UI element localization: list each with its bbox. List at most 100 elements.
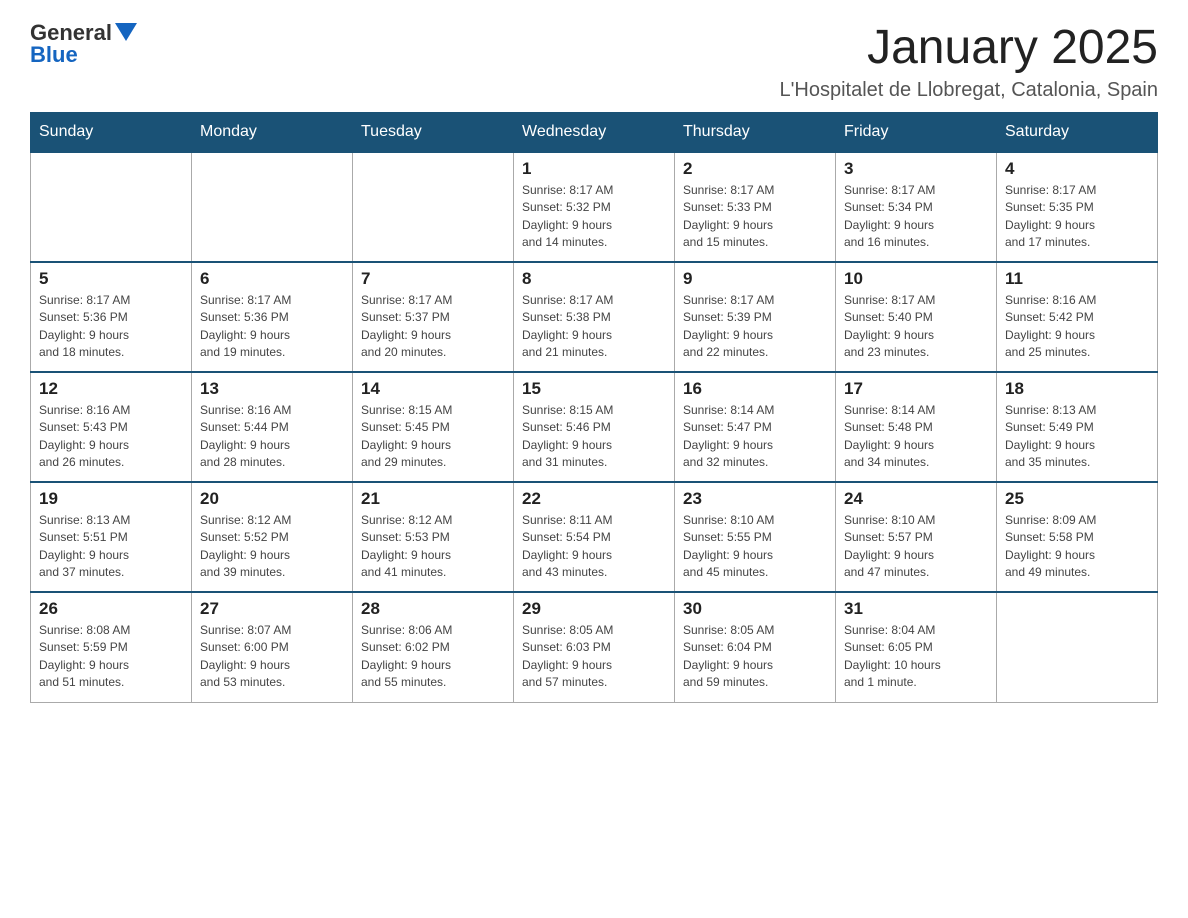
day-number: 30 <box>683 599 827 619</box>
calendar-header-saturday: Saturday <box>997 113 1158 153</box>
day-info: Sunrise: 8:06 AM Sunset: 6:02 PM Dayligh… <box>361 622 505 692</box>
day-info: Sunrise: 8:15 AM Sunset: 5:46 PM Dayligh… <box>522 402 666 472</box>
calendar-cell: 15 Sunrise: 8:15 AM Sunset: 5:46 PM Dayli… <box>514 372 675 482</box>
day-number: 29 <box>522 599 666 619</box>
day-info: Sunrise: 8:10 AM Sunset: 5:55 PM Dayligh… <box>683 512 827 582</box>
day-info: Sunrise: 8:16 AM Sunset: 5:44 PM Dayligh… <box>200 402 344 472</box>
day-info: Sunrise: 8:17 AM Sunset: 5:32 PM Dayligh… <box>522 182 666 252</box>
calendar-cell: 3Sunrise: 8:17 AM Sunset: 5:34 PM Daylig… <box>836 152 997 262</box>
calendar-cell: 21 Sunrise: 8:12 AM Sunset: 5:53 PM Dayli… <box>353 482 514 592</box>
calendar-cell: 5 Sunrise: 8:17 AM Sunset: 5:36 PM Daylig… <box>31 262 192 372</box>
calendar-cell: 30 Sunrise: 8:05 AM Sunset: 6:04 PM Dayli… <box>675 592 836 702</box>
day-number: 4 <box>1005 159 1149 179</box>
day-info: Sunrise: 8:17 AM Sunset: 5:37 PM Dayligh… <box>361 292 505 362</box>
day-number: 19 <box>39 489 183 509</box>
calendar-cell <box>192 152 353 262</box>
day-number: 20 <box>200 489 344 509</box>
day-info: Sunrise: 8:12 AM Sunset: 5:53 PM Dayligh… <box>361 512 505 582</box>
day-info: Sunrise: 8:16 AM Sunset: 5:42 PM Dayligh… <box>1005 292 1149 362</box>
calendar-cell <box>31 152 192 262</box>
logo-blue: Blue <box>30 42 78 68</box>
day-info: Sunrise: 8:14 AM Sunset: 5:48 PM Dayligh… <box>844 402 988 472</box>
calendar-cell: 22 Sunrise: 8:11 AM Sunset: 5:54 PM Dayli… <box>514 482 675 592</box>
week-row-5: 26Sunrise: 8:08 AM Sunset: 5:59 PM Dayli… <box>31 592 1158 702</box>
logo-triangle-icon <box>115 23 137 41</box>
calendar-header-thursday: Thursday <box>675 113 836 153</box>
page-header: General Blue January 2025 L'Hospitalet d… <box>30 20 1158 102</box>
calendar-cell: 10 Sunrise: 8:17 AM Sunset: 5:40 PM Dayli… <box>836 262 997 372</box>
calendar-cell: 7 Sunrise: 8:17 AM Sunset: 5:37 PM Daylig… <box>353 262 514 372</box>
calendar-cell: 19 Sunrise: 8:13 AM Sunset: 5:51 PM Dayli… <box>31 482 192 592</box>
week-row-2: 5 Sunrise: 8:17 AM Sunset: 5:36 PM Daylig… <box>31 262 1158 372</box>
week-row-1: 1Sunrise: 8:17 AM Sunset: 5:32 PM Daylig… <box>31 152 1158 262</box>
calendar-cell: 31 Sunrise: 8:04 AM Sunset: 6:05 PM Dayli… <box>836 592 997 702</box>
day-info: Sunrise: 8:17 AM Sunset: 5:39 PM Dayligh… <box>683 292 827 362</box>
calendar-cell: 6 Sunrise: 8:17 AM Sunset: 5:36 PM Daylig… <box>192 262 353 372</box>
day-info: Sunrise: 8:17 AM Sunset: 5:36 PM Dayligh… <box>39 292 183 362</box>
calendar-header-monday: Monday <box>192 113 353 153</box>
calendar-cell: 14Sunrise: 8:15 AM Sunset: 5:45 PM Dayli… <box>353 372 514 482</box>
calendar-header-row: SundayMondayTuesdayWednesdayThursdayFrid… <box>31 113 1158 153</box>
day-number: 23 <box>683 489 827 509</box>
day-info: Sunrise: 8:04 AM Sunset: 6:05 PM Dayligh… <box>844 622 988 692</box>
day-number: 26 <box>39 599 183 619</box>
calendar-cell <box>997 592 1158 702</box>
day-number: 24 <box>844 489 988 509</box>
calendar-header-sunday: Sunday <box>31 113 192 153</box>
day-info: Sunrise: 8:17 AM Sunset: 5:40 PM Dayligh… <box>844 292 988 362</box>
day-number: 3 <box>844 159 988 179</box>
day-number: 21 <box>361 489 505 509</box>
calendar-cell: 1Sunrise: 8:17 AM Sunset: 5:32 PM Daylig… <box>514 152 675 262</box>
logo: General Blue <box>30 20 137 68</box>
day-number: 5 <box>39 269 183 289</box>
calendar-cell: 8 Sunrise: 8:17 AM Sunset: 5:38 PM Daylig… <box>514 262 675 372</box>
day-info: Sunrise: 8:13 AM Sunset: 5:51 PM Dayligh… <box>39 512 183 582</box>
week-row-4: 19 Sunrise: 8:13 AM Sunset: 5:51 PM Dayli… <box>31 482 1158 592</box>
day-info: Sunrise: 8:15 AM Sunset: 5:45 PM Dayligh… <box>361 402 505 472</box>
day-number: 18 <box>1005 379 1149 399</box>
day-info: Sunrise: 8:12 AM Sunset: 5:52 PM Dayligh… <box>200 512 344 582</box>
calendar-cell: 18 Sunrise: 8:13 AM Sunset: 5:49 PM Dayli… <box>997 372 1158 482</box>
calendar-cell: 20 Sunrise: 8:12 AM Sunset: 5:52 PM Dayli… <box>192 482 353 592</box>
calendar-cell: 23 Sunrise: 8:10 AM Sunset: 5:55 PM Dayli… <box>675 482 836 592</box>
day-info: Sunrise: 8:09 AM Sunset: 5:58 PM Dayligh… <box>1005 512 1149 582</box>
title-area: January 2025 L'Hospitalet de Llobregat, … <box>779 20 1158 102</box>
day-info: Sunrise: 8:17 AM Sunset: 5:33 PM Dayligh… <box>683 182 827 252</box>
location-title: L'Hospitalet de Llobregat, Catalonia, Sp… <box>779 79 1158 102</box>
day-number: 8 <box>522 269 666 289</box>
calendar-header-tuesday: Tuesday <box>353 113 514 153</box>
day-number: 6 <box>200 269 344 289</box>
calendar-cell: 17 Sunrise: 8:14 AM Sunset: 5:48 PM Dayli… <box>836 372 997 482</box>
calendar-cell: 25Sunrise: 8:09 AM Sunset: 5:58 PM Dayli… <box>997 482 1158 592</box>
day-number: 31 <box>844 599 988 619</box>
day-number: 15 <box>522 379 666 399</box>
calendar-cell <box>353 152 514 262</box>
calendar-cell: 26Sunrise: 8:08 AM Sunset: 5:59 PM Dayli… <box>31 592 192 702</box>
day-info: Sunrise: 8:10 AM Sunset: 5:57 PM Dayligh… <box>844 512 988 582</box>
day-number: 7 <box>361 269 505 289</box>
day-number: 22 <box>522 489 666 509</box>
calendar-table: SundayMondayTuesdayWednesdayThursdayFrid… <box>30 112 1158 703</box>
day-info: Sunrise: 8:13 AM Sunset: 5:49 PM Dayligh… <box>1005 402 1149 472</box>
day-info: Sunrise: 8:05 AM Sunset: 6:04 PM Dayligh… <box>683 622 827 692</box>
day-number: 2 <box>683 159 827 179</box>
day-info: Sunrise: 8:11 AM Sunset: 5:54 PM Dayligh… <box>522 512 666 582</box>
day-info: Sunrise: 8:17 AM Sunset: 5:36 PM Dayligh… <box>200 292 344 362</box>
day-number: 11 <box>1005 269 1149 289</box>
calendar-cell: 12Sunrise: 8:16 AM Sunset: 5:43 PM Dayli… <box>31 372 192 482</box>
day-number: 10 <box>844 269 988 289</box>
calendar-cell: 28Sunrise: 8:06 AM Sunset: 6:02 PM Dayli… <box>353 592 514 702</box>
calendar-cell: 9Sunrise: 8:17 AM Sunset: 5:39 PM Daylig… <box>675 262 836 372</box>
calendar-cell: 11 Sunrise: 8:16 AM Sunset: 5:42 PM Dayli… <box>997 262 1158 372</box>
week-row-3: 12Sunrise: 8:16 AM Sunset: 5:43 PM Dayli… <box>31 372 1158 482</box>
day-info: Sunrise: 8:05 AM Sunset: 6:03 PM Dayligh… <box>522 622 666 692</box>
day-info: Sunrise: 8:17 AM Sunset: 5:38 PM Dayligh… <box>522 292 666 362</box>
month-title: January 2025 <box>779 20 1158 75</box>
day-number: 27 <box>200 599 344 619</box>
day-info: Sunrise: 8:17 AM Sunset: 5:35 PM Dayligh… <box>1005 182 1149 252</box>
calendar-cell: 24 Sunrise: 8:10 AM Sunset: 5:57 PM Dayli… <box>836 482 997 592</box>
calendar-cell: 29 Sunrise: 8:05 AM Sunset: 6:03 PM Dayli… <box>514 592 675 702</box>
day-number: 16 <box>683 379 827 399</box>
day-number: 17 <box>844 379 988 399</box>
calendar-cell: 2 Sunrise: 8:17 AM Sunset: 5:33 PM Daylig… <box>675 152 836 262</box>
